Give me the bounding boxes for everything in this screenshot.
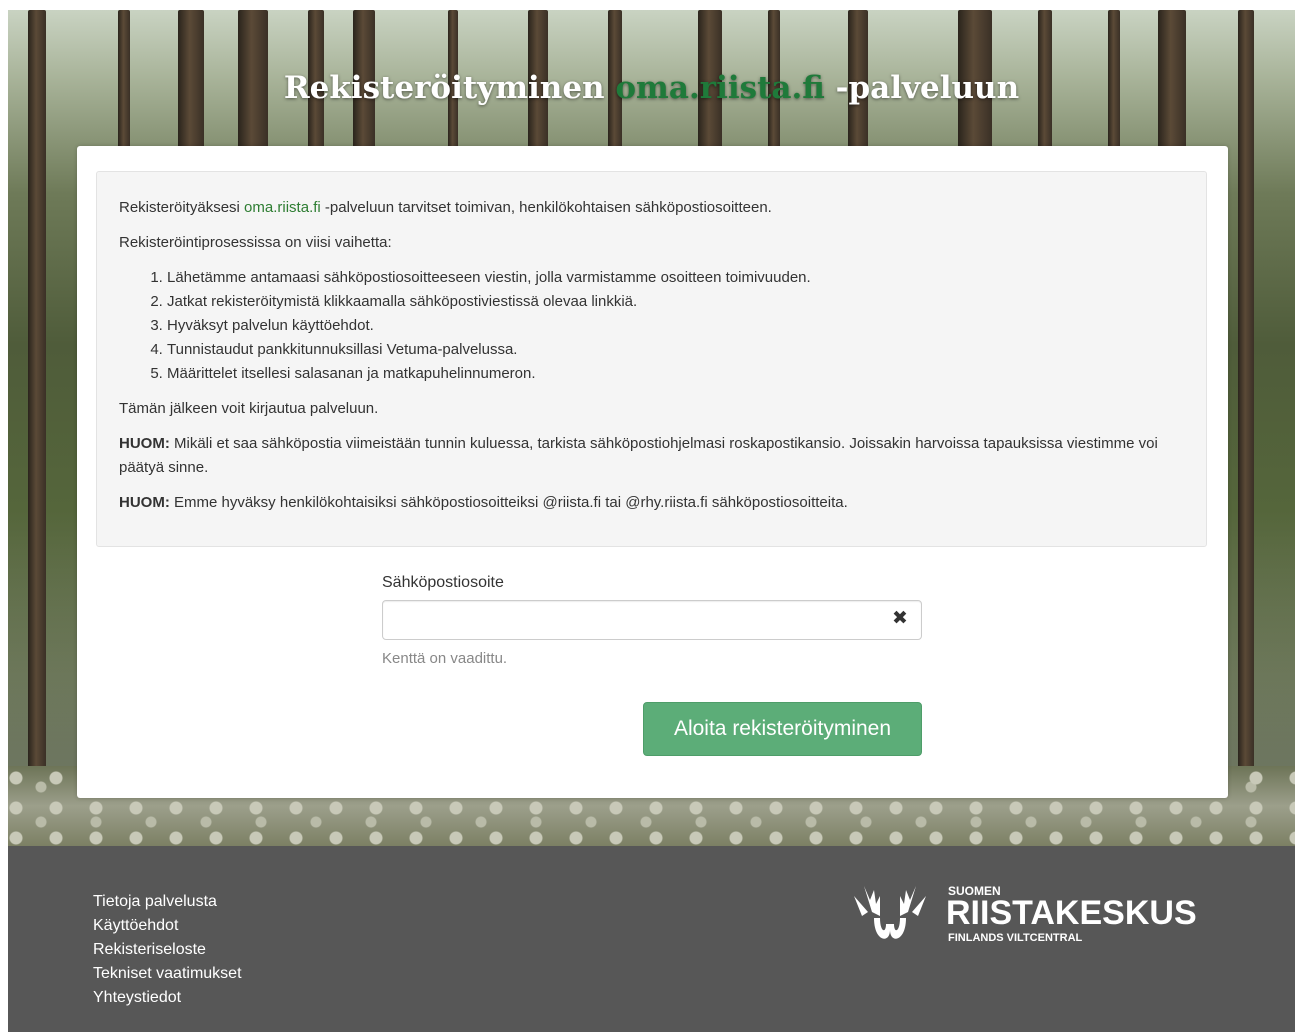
registration-card: Rekisteröityäksesi oma.riista.fi -palvel…: [77, 146, 1228, 798]
email-form: Sähköpostiosoite ✖ Kenttä on vaadittu.: [382, 574, 922, 667]
footer-link-item: Rekisteriseloste: [93, 938, 242, 962]
step-item: Hyväksyt palvelun käyttöehdot.: [167, 314, 1184, 338]
footer-link-item: Yhteystiedot: [93, 986, 242, 1010]
antler-emblem-icon: [854, 886, 926, 939]
footer-links: Tietoja palvelusta Käyttöehdot Rekisteri…: [93, 890, 242, 1010]
email-field[interactable]: [383, 601, 887, 637]
footer-link-privacy[interactable]: Rekisteriseloste: [93, 941, 206, 958]
note-label: HUOM:: [119, 494, 170, 511]
footer-link-terms[interactable]: Käyttöehdot: [93, 917, 178, 934]
note-text: Emme hyväksy henkilökohtaisiksi sähköpos…: [169, 494, 848, 511]
footer-link-item: Tietoja palvelusta: [93, 890, 242, 914]
step-item: Määrittelet itsellesi salasanan ja matka…: [167, 362, 1184, 386]
start-registration-button[interactable]: Aloita rekisteröityminen: [643, 702, 922, 756]
logo-main-text: RIISTAKESKUS: [946, 894, 1197, 932]
intro-text-end: -palveluun tarvitset toimivan, henkilöko…: [320, 199, 772, 216]
footer-link-contact[interactable]: Yhteystiedot: [93, 989, 181, 1006]
footer-link-item: Tekniset vaatimukset: [93, 962, 242, 986]
riistakeskus-logo: SUOMEN RIISTAKESKUS FINLANDS VILTCENTRAL: [850, 882, 1215, 952]
required-help-text: Kenttä on vaadittu.: [382, 650, 508, 667]
title-site-name: oma.riista.fi: [615, 70, 825, 106]
domain-note: HUOM: Emme hyväksy henkilökohtaisiksi sä…: [119, 491, 1184, 515]
step-item: Lähetämme antamaasi sähköpostiosoitteese…: [167, 266, 1184, 290]
page: Rekisteröityminen oma.riista.fi -palvelu…: [8, 10, 1295, 1032]
footer: Tietoja palvelusta Käyttöehdot Rekisteri…: [8, 846, 1295, 1032]
step-item: Jatkat rekisteröitymistä klikkaamalla sä…: [167, 290, 1184, 314]
spam-note: HUOM: Mikäli et saa sähköpostia viimeist…: [119, 432, 1184, 480]
after-steps-text: Tämän jälkeen voit kirjautua palveluun.: [119, 400, 379, 417]
site-link[interactable]: oma.riista.fi: [244, 199, 321, 216]
logo-sub-text: FINLANDS VILTCENTRAL: [948, 932, 1083, 944]
footer-link-requirements[interactable]: Tekniset vaatimukset: [93, 965, 242, 982]
email-field-wrapper: ✖: [382, 600, 922, 640]
footer-link-about[interactable]: Tietoja palvelusta: [93, 893, 217, 910]
steps-intro: Rekisteröintiprosessissa on viisi vaihet…: [119, 234, 392, 251]
page-title: Rekisteröityminen oma.riista.fi -palvelu…: [8, 70, 1295, 106]
title-suffix: -palveluun: [824, 70, 1020, 106]
info-box: Rekisteröityäksesi oma.riista.fi -palvel…: [96, 171, 1207, 547]
note-label: HUOM:: [119, 435, 170, 452]
title-prefix: Rekisteröityminen: [283, 70, 616, 106]
intro-paragraph: Rekisteröityäksesi oma.riista.fi -palvel…: [119, 196, 1184, 220]
intro-text-start: Rekisteröityäksesi: [119, 199, 245, 216]
email-label: Sähköpostiosoite: [382, 574, 504, 591]
clear-icon[interactable]: ✖: [891, 609, 909, 629]
step-item: Tunnistaudut pankkitunnuksillasi Vetuma-…: [167, 338, 1184, 362]
steps-list: Lähetämme antamaasi sähköpostiosoitteese…: [119, 266, 1184, 386]
note-text: Mikäli et saa sähköpostia viimeistään tu…: [119, 435, 1158, 476]
footer-link-item: Käyttöehdot: [93, 914, 242, 938]
